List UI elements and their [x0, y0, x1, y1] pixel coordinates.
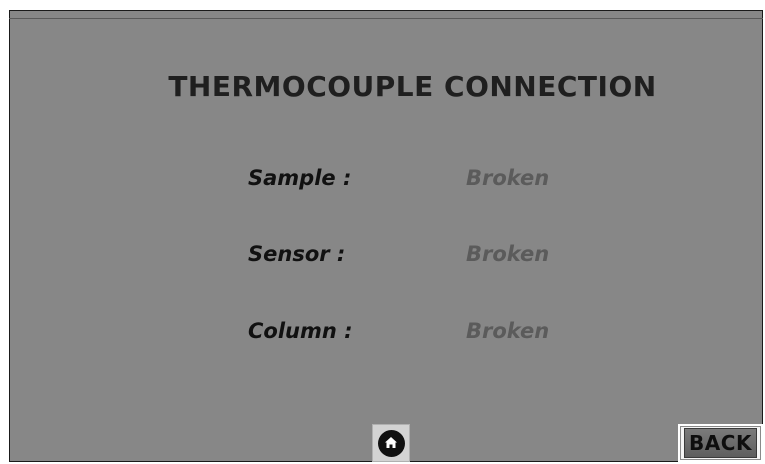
app-window: THERMOCOUPLE CONNECTION Sample : Broken … [0, 0, 765, 464]
sensor-status: Broken [466, 242, 550, 266]
column-label: Column : [248, 319, 353, 343]
back-button-face: BACK [684, 428, 757, 458]
panel-divider [9, 18, 763, 19]
top-bar [0, 0, 765, 10]
back-button-label: BACK [689, 431, 752, 455]
page-title: THERMOCOUPLE CONNECTION [168, 70, 657, 103]
home-glyph [385, 437, 397, 448]
home-button[interactable] [372, 424, 410, 462]
back-button[interactable]: BACK [678, 424, 763, 462]
sample-label: Sample : [248, 166, 352, 190]
sensor-label: Sensor : [248, 242, 346, 266]
home-icon [377, 429, 405, 457]
column-status: Broken [466, 319, 550, 343]
sample-status: Broken [466, 166, 550, 190]
